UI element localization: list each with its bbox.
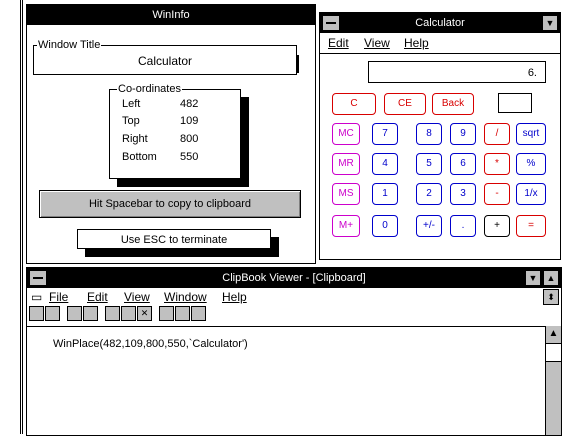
clip-menu-help-label: Help [222, 290, 247, 304]
percent-button[interactable]: % [516, 153, 546, 175]
clipbook-restore-icon[interactable]: ⬍ [543, 289, 559, 305]
clip-menu-window-label: Window [164, 290, 207, 304]
clip-menu-file[interactable]: File [49, 288, 68, 306]
delete-icon[interactable]: ✕ [137, 306, 152, 321]
vertical-scrollbar[interactable]: ▲ [545, 326, 561, 435]
esc-button[interactable]: Use ESC to terminate [77, 229, 271, 249]
share-icon[interactable] [67, 306, 82, 321]
subtract-button[interactable]: - [484, 183, 510, 205]
clipbook-menubar: ▭ File Edit View Window Help ⬍ [27, 288, 561, 306]
window-title-legend: Window Title [37, 39, 102, 51]
memory-clear-button[interactable]: MC [332, 123, 360, 145]
reciprocal-button[interactable]: 1/x [516, 183, 546, 205]
disconnect-icon[interactable] [45, 306, 60, 321]
clip-menu-view-label: View [124, 290, 150, 304]
calculator-titlebar: Calculator ▼ [320, 13, 560, 33]
key-7[interactable]: 7 [372, 123, 398, 145]
key-1[interactable]: 1 [372, 183, 398, 205]
key-9[interactable]: 9 [450, 123, 476, 145]
clip-menu-view[interactable]: View [124, 288, 150, 306]
clip-menu-edit-label: Edit [87, 290, 108, 304]
sign-button[interactable]: +/- [416, 215, 442, 237]
wininfo-window: WinInfo Calculator Window Title Left 482… [26, 4, 316, 264]
copy-to-clipboard-button[interactable]: Hit Spacebar to copy to clipboard [39, 190, 301, 218]
clip-menu-file-label: File [49, 290, 69, 304]
sqrt-button[interactable]: sqrt [516, 123, 546, 145]
backspace-button[interactable]: Back [432, 93, 474, 115]
document-menu-icon[interactable]: ▭ [31, 288, 42, 306]
clear-button[interactable]: C [332, 93, 376, 115]
key-4[interactable]: 4 [372, 153, 398, 175]
calculator-system-menu-icon[interactable] [322, 15, 340, 31]
calc-menu-help-label: Help [404, 36, 429, 50]
calc-menu-divider [320, 53, 560, 54]
key-3[interactable]: 3 [450, 183, 476, 205]
calc-menu-help[interactable]: Help [404, 34, 429, 52]
frame-edge-left-outer [20, 0, 21, 434]
full-page-icon[interactable] [191, 306, 206, 321]
clipbook-title: ClipBook Viewer - [Clipboard] [222, 272, 366, 284]
divide-button[interactable]: / [484, 123, 510, 145]
wininfo-title: WinInfo [27, 5, 315, 25]
calc-menu-edit[interactable]: Edit [328, 34, 349, 52]
copy-icon[interactable] [105, 306, 120, 321]
memory-add-button[interactable]: M+ [332, 215, 360, 237]
stop-sharing-icon[interactable] [83, 306, 98, 321]
clipbook-titlebar: ClipBook Viewer - [Clipboard] ▼ ▲ [27, 268, 561, 288]
clipboard-content: WinPlace(482,109,800,550,`Calculator') [53, 338, 248, 350]
table-of-contents-icon[interactable] [159, 306, 174, 321]
clipbook-minimize-icon[interactable]: ▼ [525, 270, 541, 286]
coord-bottom-value: 550 [180, 151, 199, 163]
memory-indicator [498, 93, 532, 113]
equals-button[interactable]: = [516, 215, 546, 237]
paste-icon[interactable] [121, 306, 136, 321]
decimal-button[interactable]: . [450, 215, 476, 237]
calculator-display: 6. [368, 61, 546, 83]
clip-menu-window[interactable]: Window [164, 288, 207, 306]
calc-menu-view[interactable]: View [364, 34, 390, 52]
calculator-title: Calculator [415, 17, 465, 29]
key-2[interactable]: 2 [416, 183, 442, 205]
calc-menu-view-label: View [364, 36, 390, 50]
clip-menu-edit[interactable]: Edit [87, 288, 108, 306]
key-0[interactable]: 0 [372, 215, 398, 237]
key-8[interactable]: 8 [416, 123, 442, 145]
calc-menu-edit-label: Edit [328, 36, 349, 50]
coords-legend: Co-ordinates [117, 83, 182, 95]
coord-bottom-label: Bottom [122, 151, 157, 163]
frame-edge-left [22, 0, 23, 434]
calculator-menubar: Edit View Help [320, 34, 560, 52]
connect-icon[interactable] [29, 306, 44, 321]
coords-group: Left 482 Top 109 Right 800 Bottom 550 [109, 89, 241, 179]
scroll-up-icon[interactable]: ▲ [546, 326, 561, 344]
clipbook-system-menu-icon[interactable] [29, 270, 47, 286]
coord-left-value: 482 [180, 98, 199, 110]
thumbnails-icon[interactable] [175, 306, 190, 321]
key-5[interactable]: 5 [416, 153, 442, 175]
clip-content-divider [27, 326, 561, 327]
coord-left-label: Left [122, 98, 141, 110]
clip-menu-help[interactable]: Help [222, 288, 247, 306]
coord-right-value: 800 [180, 133, 199, 145]
multiply-button[interactable]: * [484, 153, 510, 175]
coord-top-label: Top [122, 115, 140, 127]
key-6[interactable]: 6 [450, 153, 476, 175]
coord-right-label: Right [122, 133, 148, 145]
window-title-value: Calculator [137, 54, 193, 68]
scroll-thumb[interactable] [546, 344, 561, 362]
clear-entry-button[interactable]: CE [384, 93, 426, 115]
clipbook-window: ClipBook Viewer - [Clipboard] ▼ ▲ ▭ File… [26, 267, 562, 436]
memory-store-button[interactable]: MS [332, 183, 360, 205]
coord-top-value: 109 [180, 115, 199, 127]
clipbook-maximize-icon[interactable]: ▲ [543, 270, 559, 286]
add-button[interactable]: + [484, 215, 510, 237]
calculator-minimize-icon[interactable]: ▼ [542, 15, 558, 31]
calculator-window: Calculator ▼ Edit View Help 6. C CE Back… [319, 12, 561, 260]
memory-recall-button[interactable]: MR [332, 153, 360, 175]
